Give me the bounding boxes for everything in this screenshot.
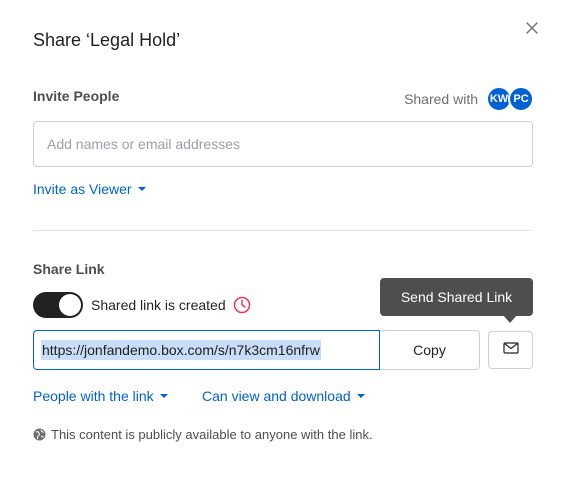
invite-permission-label: Invite as Viewer [33, 181, 132, 197]
link-permission-dropdown[interactable]: Can view and download [202, 388, 365, 404]
divider [33, 230, 533, 231]
public-access-notice-text: This content is publicly available to an… [51, 427, 373, 442]
shared-link-toggle-label: Shared link is created [91, 297, 226, 313]
caret-down-icon [356, 394, 365, 398]
public-access-notice: This content is publicly available to an… [33, 427, 373, 442]
clock-icon[interactable] [233, 296, 251, 314]
invite-permission-dropdown[interactable]: Invite as Viewer [33, 181, 146, 197]
send-shared-link-button[interactable] [488, 331, 533, 369]
caret-down-icon [137, 187, 146, 191]
caret-down-icon [159, 394, 168, 398]
globe-icon [33, 428, 46, 441]
toggle-knob [59, 294, 81, 316]
shared-with-label: Shared with [404, 91, 478, 107]
envelope-icon [502, 341, 519, 359]
shared-link-toggle-row: Shared link is created [33, 292, 251, 318]
tooltip-arrow [503, 315, 517, 323]
invite-people-label: Invite People [33, 88, 120, 104]
link-access-dropdown[interactable]: People with the link [33, 388, 168, 404]
shared-with: Shared with KW PC [404, 86, 534, 112]
send-shared-link-tooltip: Send Shared Link [380, 278, 533, 316]
share-dialog: Share ‘Legal Hold’ Invite People Shared … [0, 0, 582, 484]
close-icon[interactable] [522, 18, 542, 38]
shared-link-url[interactable]: https://jonfandemo.box.com/s/n7k3cm16nfr… [41, 340, 321, 360]
avatar-pc[interactable]: PC [508, 86, 534, 112]
copy-button[interactable]: Copy [380, 330, 480, 370]
dialog-title: Share ‘Legal Hold’ [33, 30, 181, 50]
share-link-label: Share Link [33, 261, 105, 277]
invite-email-input[interactable] [33, 121, 533, 167]
shared-link-toggle[interactable] [33, 292, 83, 318]
shared-link-url-field[interactable]: https://jonfandemo.box.com/s/n7k3cm16nfr… [33, 330, 380, 370]
link-permission-label: Can view and download [202, 388, 351, 404]
link-access-label: People with the link [33, 388, 154, 404]
